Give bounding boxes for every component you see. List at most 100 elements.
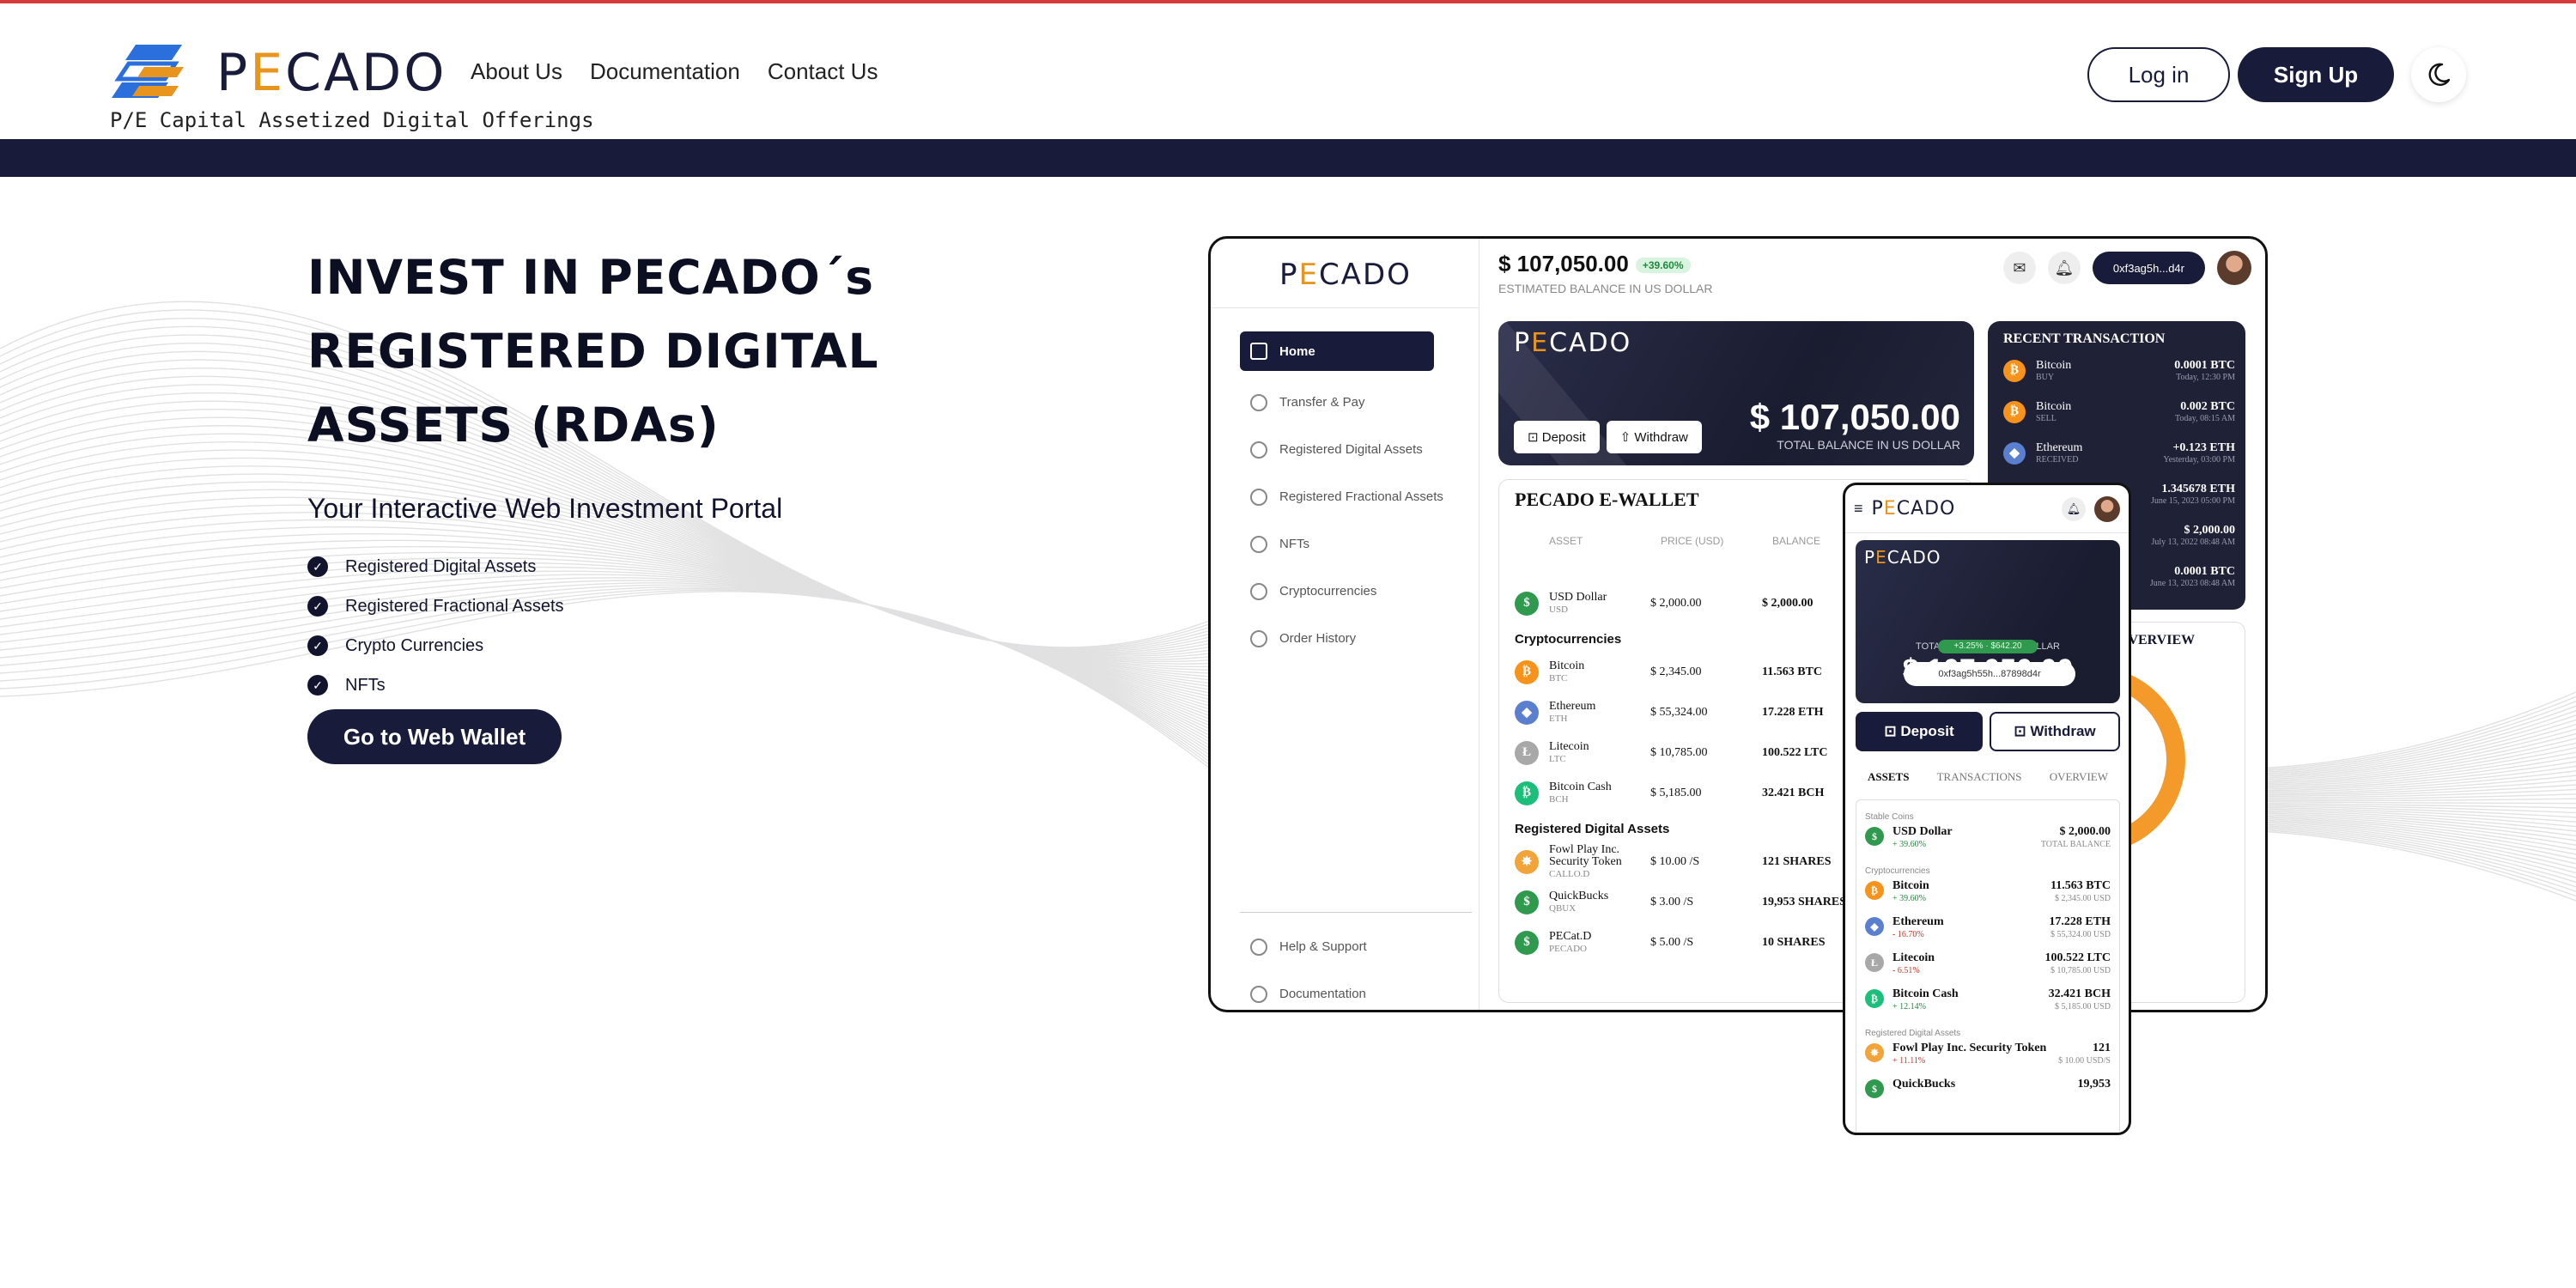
menu-icon: [1250, 535, 1267, 553]
asset-value: $ 2,345.00 USD: [2054, 894, 2111, 903]
feature-label: Registered Digital Assets: [345, 556, 537, 576]
asset-change: + 11.11%: [1893, 1056, 1926, 1066]
asset-symbol: USD: [1549, 604, 1569, 615]
coin-icon: ₿: [1865, 989, 1884, 1008]
mobile-withdraw-button: ⊡ Withdraw: [1990, 712, 2120, 751]
mockup-header-icons: ✉ 🔔︎ 0xf3ag5h...d4r: [2002, 251, 2251, 285]
go-to-web-wallet-button[interactable]: Go to Web Wallet: [307, 709, 562, 764]
feature-label: Registered Fractional Assets: [345, 596, 564, 616]
transaction-type: BUY: [2036, 373, 2055, 382]
coin-icon: ₿: [2003, 359, 2026, 382]
chat-icon: ✉: [2002, 252, 2036, 284]
coin-icon: $: [1865, 1079, 1884, 1098]
asset-value: $ 10,785.00 USD: [2050, 966, 2111, 975]
theme-toggle-button[interactable]: [2411, 47, 2466, 102]
check-circle-icon: ✓: [307, 556, 328, 577]
list-item: Ł Litecoin - 6.51% 100.522 LTC $ 10,785.00 U…: [1865, 951, 2111, 987]
menu-label: NFTs: [1279, 537, 1309, 551]
menu-label: Order History: [1279, 631, 1357, 646]
coin-icon: $: [1515, 930, 1539, 955]
transaction-time: Today, 08:15 AM: [2174, 414, 2235, 423]
menu-item-documentation: Documentation: [1240, 970, 1472, 1010]
asset-symbol: ETH: [1549, 713, 1568, 724]
list-item: ✸ Fowl Play Inc. Security Token + 11.11% 12…: [1865, 1042, 2111, 1078]
feature-item: ✓ Registered Digital Assets: [307, 547, 926, 586]
transaction-time: June 15, 2023 05:00 PM: [2150, 496, 2235, 506]
hamburger-icon: ≡: [1854, 500, 1863, 517]
ewallet-title: PECADO E-WALLET: [1515, 489, 1699, 510]
transaction-amount: 0.002 BTC Today, 08:15 AM: [2174, 400, 2235, 423]
signup-button[interactable]: Sign Up: [2238, 47, 2394, 102]
asset-name: Litecoin LTC: [1549, 740, 1650, 765]
menu-label: Registered Fractional Assets: [1279, 489, 1443, 504]
menu-item-registered-digital-assets: Registered Digital Assets: [1240, 426, 1472, 473]
bell-icon: 🔔︎: [2047, 252, 2081, 284]
list-item: ₿ Bitcoin + 39.60% 11.563 BTC $ 2,345.00 USD: [1865, 879, 2111, 915]
card-balance: $ 107,050.00: [1749, 397, 1960, 437]
mobile-logo: PECADO: [1871, 498, 1956, 519]
menu-label: Transfer & Pay: [1279, 395, 1365, 410]
feature-label: NFTs: [345, 675, 386, 695]
asset-value: $ 55,324.00 USD: [2050, 930, 2111, 939]
coin-icon: ₿: [1865, 881, 1884, 900]
list-item: ◆ Ethereum - 16.70% 17.228 ETH $ 55,324.00 U…: [1865, 915, 2111, 951]
nav-contact-us[interactable]: Contact Us: [768, 58, 878, 85]
mockup-balance: $ 107,050.00 +39.60%: [1498, 251, 1691, 277]
list-item: ₿ Bitcoin Cash + 12.14% 32.421 BCH $ 5,185.0…: [1865, 987, 2111, 1024]
asset-name: Ethereum - 16.70%: [1893, 915, 1944, 939]
coin-icon: ₿: [1515, 781, 1539, 805]
login-button[interactable]: Log in: [2087, 47, 2230, 102]
balance-change-badge: +39.60%: [1635, 258, 1691, 274]
asset-price: $ 5,185.00: [1650, 786, 1702, 799]
asset-price: $ 5.00 /S: [1650, 935, 1694, 949]
asset-amount: 17.228 ETH $ 55,324.00 USD: [2049, 915, 2111, 939]
menu-label: Registered Digital Assets: [1279, 442, 1423, 457]
transaction-amount: 0.0001 BTC Today, 12:30 PM: [2174, 359, 2235, 382]
asset-change: - 6.51%: [1893, 966, 1920, 975]
mobile-address-pill: 0xf3ag5h55h...87898d4r: [1904, 662, 2075, 686]
deposit-label: Deposit: [1541, 429, 1586, 445]
pecado-logo-icon[interactable]: [110, 41, 185, 106]
document-icon: [1250, 985, 1267, 1003]
menu-label: Documentation: [1279, 987, 1366, 1001]
asset-name: PECat.D PECADO: [1549, 930, 1650, 955]
transaction-amount: 1.345678 ETH June 15, 2023 05:00 PM: [2150, 483, 2235, 506]
coin-icon: $: [1515, 890, 1539, 914]
nav-about-us[interactable]: About Us: [471, 58, 562, 85]
menu-icon: [1250, 440, 1267, 459]
menu-item-help: Help & Support: [1240, 923, 1472, 970]
mobile-tabs: ASSETS TRANSACTIONS OVERVIEW: [1856, 770, 2120, 784]
hero-title: INVEST IN PECADO´s REGISTERED DIGITAL AS…: [307, 240, 926, 462]
asset-name: USD Dollar USD: [1549, 591, 1650, 616]
coin-icon: $: [1865, 827, 1884, 846]
hero-title-line-1: INVEST IN PECADO´s: [307, 250, 875, 305]
asset-price: $ 2,000.00: [1650, 596, 1702, 610]
asset-name: Fowl Play Inc. Security Token + 11.11%: [1893, 1042, 2047, 1066]
transaction-row: ₿ Bitcoin BUY 0.0001 BTC Today, 12:30 PM: [2003, 359, 2235, 382]
tab-transactions: TRANSACTIONS: [1936, 770, 2022, 783]
feature-label: Crypto Currencies: [345, 635, 484, 655]
check-circle-icon: ✓: [307, 596, 328, 617]
section-title: Cryptocurrencies: [1865, 866, 1930, 876]
hero-section: INVEST IN PECADO´s REGISTERED DIGITAL AS…: [307, 240, 926, 705]
asset-name: Litecoin - 6.51%: [1893, 951, 1935, 975]
coin-icon: ₿: [2003, 400, 2026, 423]
avatar: [2094, 495, 2120, 522]
asset-amount: 11.563 BTC $ 2,345.00 USD: [2050, 879, 2111, 903]
asset-amount: 100.522 LTC $ 10,785.00 USD: [2044, 951, 2111, 975]
asset-price: $ 10.00 /S: [1650, 854, 1700, 868]
transaction-type: SELL: [2036, 414, 2057, 423]
nav-documentation[interactable]: Documentation: [590, 58, 740, 85]
hero-subtitle: Your Interactive Web Investment Portal: [307, 493, 783, 524]
column-header: PRICE (USD): [1661, 535, 1724, 547]
brand-wordmark[interactable]: PECADO: [216, 43, 447, 103]
transaction-time: June 13, 2023 08:48 AM: [2149, 579, 2235, 588]
withdraw-label: Withdraw: [1634, 429, 1688, 445]
coin-icon: Ł: [1515, 740, 1539, 765]
transaction-type: RECEIVED: [2036, 455, 2079, 465]
wallet-address-pill: 0xf3ag5h...d4r: [2092, 252, 2205, 284]
asset-change: + 12.14%: [1893, 1002, 1926, 1012]
transaction-time: Yesterday, 03:00 PM: [2163, 455, 2235, 465]
column-header: ASSET: [1549, 535, 1583, 547]
card-logo: PECADO: [1514, 328, 1632, 358]
